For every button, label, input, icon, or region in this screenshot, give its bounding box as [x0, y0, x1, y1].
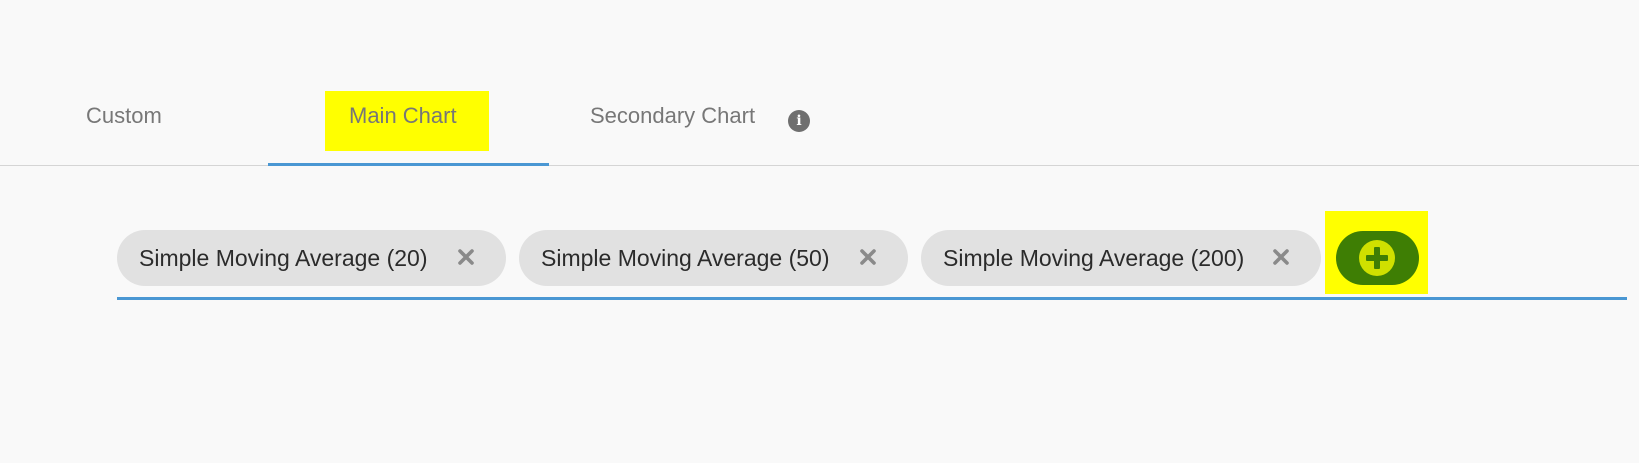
indicator-chip-label: Simple Moving Average (50) [541, 245, 830, 271]
indicator-chip: Simple Moving Average (200) [921, 230, 1321, 286]
tab-custom-label: Custom [86, 103, 162, 128]
info-icon[interactable]: i [788, 110, 810, 132]
close-icon[interactable] [1268, 244, 1294, 270]
close-icon[interactable] [855, 244, 881, 270]
chart-tabs: Custom Main Chart Secondary Chart i [0, 0, 1639, 166]
plus-circle-icon [1358, 239, 1396, 277]
indicator-chip-label: Simple Moving Average (200) [943, 245, 1245, 271]
indicator-chip: Simple Moving Average (20) [117, 230, 506, 286]
tab-secondary-chart[interactable]: Secondary Chart i [560, 85, 840, 166]
tab-main-chart[interactable]: Main Chart [268, 85, 549, 166]
indicator-chip-label: Simple Moving Average (20) [139, 245, 428, 271]
close-icon[interactable] [453, 244, 479, 270]
add-indicator-button[interactable] [1336, 231, 1419, 285]
tab-main-chart-label: Main Chart [349, 103, 457, 128]
tab-secondary-chart-label: Secondary Chart [590, 103, 756, 128]
tab-custom[interactable]: Custom [60, 85, 200, 166]
indicator-chip: Simple Moving Average (50) [519, 230, 908, 286]
